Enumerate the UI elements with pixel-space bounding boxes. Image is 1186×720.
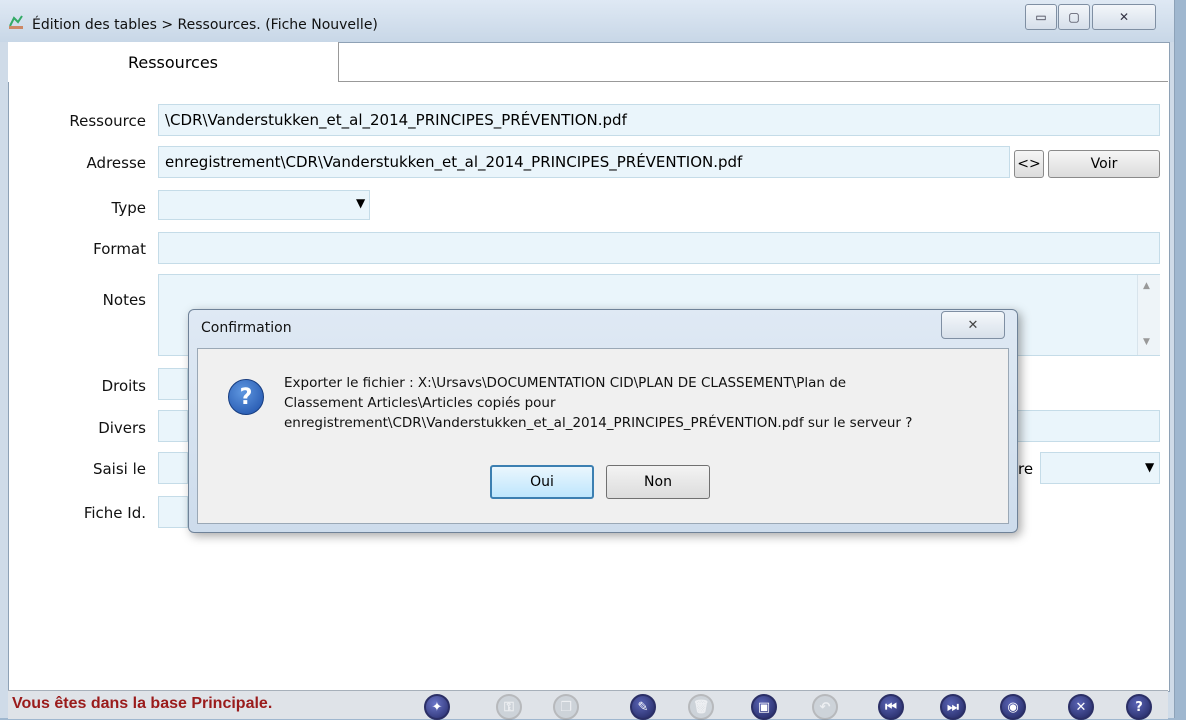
type-label: Type xyxy=(111,199,146,217)
minimize-button[interactable]: ▭ xyxy=(1025,4,1057,30)
tab-divider xyxy=(338,81,1168,82)
close-window-button[interactable]: ✕ xyxy=(1092,4,1156,30)
dialog-message: Exporter le fichier : X:\Ursavs\DOCUMENT… xyxy=(284,373,994,433)
oui-button[interactable]: Oui xyxy=(490,465,594,499)
adresse-label: Adresse xyxy=(86,154,146,172)
format-field[interactable] xyxy=(158,232,1160,264)
save-icon[interactable]: ▣ xyxy=(751,694,777,720)
close-icon: ✕ xyxy=(967,317,979,333)
adresse-field[interactable]: enregistrement\CDR\Vanderstukken_et_al_2… xyxy=(158,146,1010,178)
saisi-field[interactable] xyxy=(158,452,188,484)
notes-label: Notes xyxy=(102,291,146,309)
copy-icon[interactable]: ❐ xyxy=(553,694,579,720)
help-icon[interactable]: ? xyxy=(1126,694,1152,720)
divers-field-left[interactable] xyxy=(158,410,188,442)
ressource-field[interactable]: \CDR\Vanderstukken_et_al_2014_PRINCIPES_… xyxy=(158,104,1160,136)
type-combobox[interactable] xyxy=(158,190,370,220)
oui-label: Oui xyxy=(530,474,554,490)
voir-label: Voir xyxy=(1090,156,1118,172)
new-record-icon[interactable]: ✦ xyxy=(424,694,450,720)
scroll-up-icon[interactable]: ▲ xyxy=(1143,281,1150,291)
non-label: Non xyxy=(644,474,672,490)
fiche-id-field[interactable] xyxy=(158,496,188,528)
key-icon[interactable]: ⚿ xyxy=(496,694,522,720)
droits-label: Droits xyxy=(101,377,146,395)
fiche-id-label: Fiche Id. xyxy=(83,504,146,522)
question-icon: ? xyxy=(228,379,264,415)
last-record-icon[interactable]: ⏭ xyxy=(940,694,966,720)
confirmation-dialog: Confirmation ✕ ? Exporter le fichier : X… xyxy=(188,309,1018,533)
window-title: Édition des tables > Ressources. (Fiche … xyxy=(32,17,378,33)
dialog-body: ? Exporter le fichier : X:\Ursavs\DOCUME… xyxy=(197,348,1009,524)
message-line: Exporter le fichier : X:\Ursavs\DOCUMENT… xyxy=(284,375,847,391)
message-line: Classement Articles\Articles copiés pour xyxy=(284,395,556,411)
dialog-title: Confirmation xyxy=(201,320,292,336)
status-bar: Vous êtes dans la base Principale. ✦ ⚿ ❐… xyxy=(8,690,1168,720)
dialog-close-button[interactable]: ✕ xyxy=(941,311,1005,339)
maximize-icon: ▢ xyxy=(1068,10,1080,24)
chevron-down-icon[interactable]: ▼ xyxy=(1145,460,1154,474)
browse-label: <> xyxy=(1017,156,1041,172)
notes-scrollbar[interactable]: ▲ ▼ xyxy=(1137,275,1160,355)
main-window: Édition des tables > Ressources. (Fiche … xyxy=(0,0,1175,720)
status-text: Vous êtes dans la base Principale. xyxy=(12,695,273,712)
title-bar: Édition des tables > Ressources. (Fiche … xyxy=(0,0,1174,42)
tab-ressources[interactable]: Ressources xyxy=(8,42,339,82)
app-icon xyxy=(9,15,23,29)
adresse-value: enregistrement\CDR\Vanderstukken_et_al_2… xyxy=(165,153,743,171)
tab-label: Ressources xyxy=(127,52,219,72)
first-record-icon[interactable]: ⏮ xyxy=(878,694,904,720)
view-icon[interactable]: ◉ xyxy=(1000,694,1026,720)
close-icon: ✕ xyxy=(1118,10,1130,24)
delete-icon[interactable]: 🗑 xyxy=(688,694,714,720)
edit-icon[interactable]: ✎ xyxy=(630,694,656,720)
droits-field[interactable] xyxy=(158,368,188,400)
non-button[interactable]: Non xyxy=(606,465,710,499)
right-combobox[interactable] xyxy=(1040,452,1160,484)
browse-button[interactable]: <> xyxy=(1014,150,1044,178)
saisi-label: Saisi le xyxy=(92,460,146,478)
divers-label: Divers xyxy=(98,419,146,437)
format-label: Format xyxy=(93,240,146,258)
divers-field-right[interactable] xyxy=(1016,410,1160,442)
close-icon[interactable]: ✕ xyxy=(1068,694,1094,720)
minimize-icon: ▭ xyxy=(1035,10,1047,24)
ressource-label: Ressource xyxy=(69,112,146,130)
undo-icon[interactable]: ↶ xyxy=(812,694,838,720)
partial-field-label: re xyxy=(1018,460,1034,478)
chevron-down-icon[interactable]: ▼ xyxy=(356,196,365,210)
scroll-down-icon[interactable]: ▼ xyxy=(1143,337,1150,347)
voir-button[interactable]: Voir xyxy=(1048,150,1160,178)
ressource-value: \CDR\Vanderstukken_et_al_2014_PRINCIPES_… xyxy=(165,111,627,129)
maximize-button[interactable]: ▢ xyxy=(1058,4,1090,30)
message-line: enregistrement\CDR\Vanderstukken_et_al_2… xyxy=(284,415,913,431)
